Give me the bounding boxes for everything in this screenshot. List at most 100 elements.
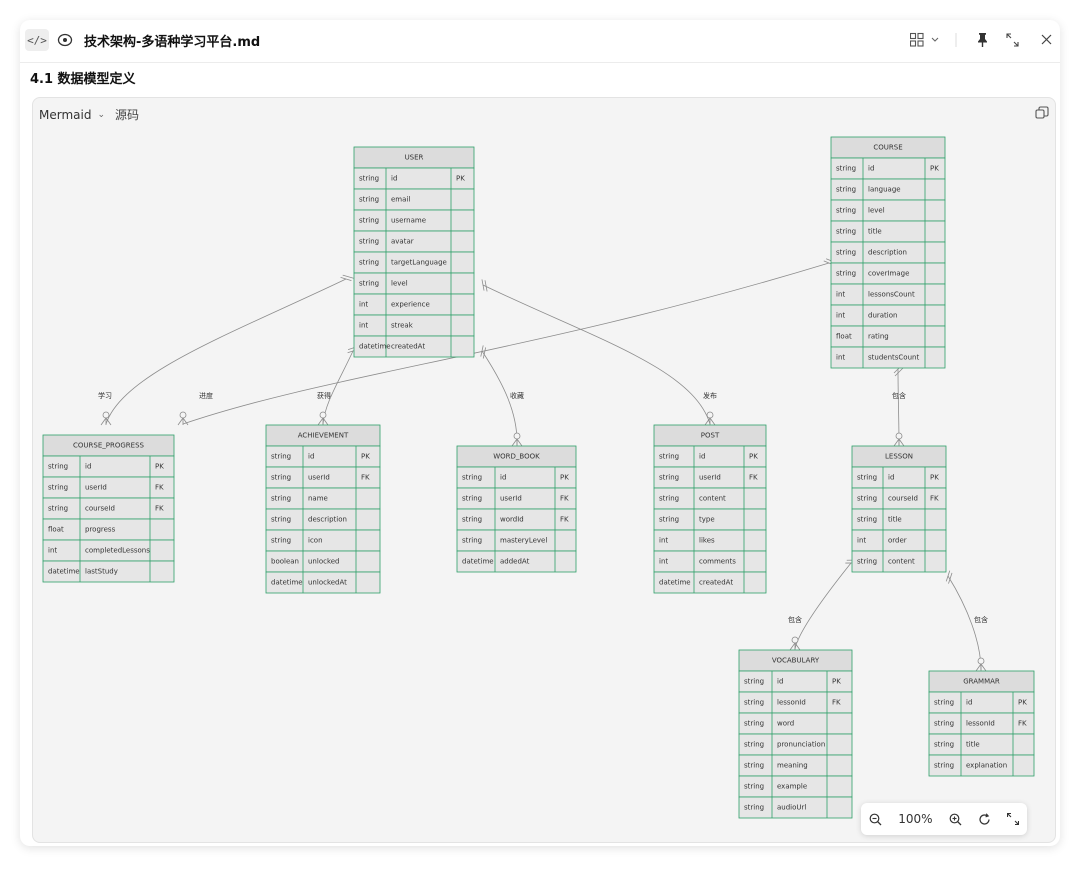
attr-key: FK xyxy=(1018,720,1027,728)
attr-name: userId xyxy=(85,484,107,492)
many-marker xyxy=(975,657,987,672)
entity-name: WORD_BOOK xyxy=(493,453,540,461)
relation-line xyxy=(105,278,347,425)
many-marker xyxy=(100,411,112,426)
attribute-row: string id PK xyxy=(830,157,946,180)
attr-type: string xyxy=(462,537,482,545)
close-icon[interactable] xyxy=(1041,34,1052,45)
attr-key: PK xyxy=(361,453,370,461)
relation-label: 发布 xyxy=(703,391,717,400)
attr-type: datetime xyxy=(462,558,494,566)
attr-type: string xyxy=(271,516,291,524)
attr-key: PK xyxy=(1018,699,1027,707)
attr-key: PK xyxy=(749,453,758,461)
attr-type: int xyxy=(836,354,845,362)
attribute-row: string lessonId FK xyxy=(738,691,853,714)
entity-name: USER xyxy=(405,154,424,162)
code-view-button[interactable]: </> xyxy=(25,29,49,51)
attr-type: string xyxy=(857,558,877,566)
entity-vocabulary[interactable]: VOCABULARYstring id PKstring lessonId FKstri… xyxy=(738,649,853,819)
attr-name: audioUrl xyxy=(777,804,806,812)
attr-key: FK xyxy=(749,474,758,482)
attr-key: FK xyxy=(832,699,841,707)
attr-key: FK xyxy=(930,495,939,503)
attr-name: avatar xyxy=(391,238,414,246)
entity-grammar[interactable]: GRAMMAR string id PK string lessonId FK string t… xyxy=(928,670,1035,777)
entity-course-progress[interactable]: COURSE_PROGRESSstring id PKstring userId FKs… xyxy=(42,434,175,583)
attr-type: string xyxy=(271,453,291,461)
attr-type: string xyxy=(462,474,482,482)
attribute-row: string id PK xyxy=(456,466,577,489)
source-tab[interactable]: 源码 xyxy=(115,106,139,123)
attribute-row: boolean unlocked xyxy=(265,550,381,573)
attr-name: id xyxy=(391,175,397,183)
attr-type: string xyxy=(836,186,856,194)
attr-type: string xyxy=(462,495,482,503)
pin-icon[interactable] xyxy=(978,33,987,47)
attr-type: string xyxy=(836,207,856,215)
entity-course[interactable]: COURSE string id PK string language string leve… xyxy=(830,136,946,369)
attribute-row: string explanation xyxy=(928,754,1035,777)
chevron-down-icon[interactable] xyxy=(931,37,939,42)
entity-user[interactable]: USERstring id PKstring emailstring usernames… xyxy=(353,146,475,358)
zoom-in-icon xyxy=(949,813,962,825)
attribute-row: string id PK xyxy=(42,455,175,478)
attr-type: datetime xyxy=(271,579,303,587)
many-marker xyxy=(511,432,523,447)
many-marker xyxy=(177,411,189,426)
attribute-row: string icon xyxy=(265,529,381,552)
attr-type: string xyxy=(744,699,764,707)
zoom-out-button[interactable] xyxy=(869,813,882,826)
attr-name: addedAt xyxy=(500,558,530,566)
expand-icon[interactable] xyxy=(1006,33,1019,47)
attribute-row: string type xyxy=(653,508,767,531)
relation-lesson-vocabulary: 包含 xyxy=(788,559,859,651)
entity-name: GRAMMAR xyxy=(963,678,1000,686)
attr-type: string xyxy=(744,804,764,812)
entity-name: COURSE_PROGRESS xyxy=(73,442,145,450)
fullscreen-button[interactable] xyxy=(1006,813,1019,825)
topbar: </> 技术架构-多语种学习平台.md xyxy=(20,20,1060,63)
attr-key: FK xyxy=(155,505,164,513)
attr-name: id xyxy=(966,699,972,707)
attribute-row: string userId FK xyxy=(42,476,175,499)
language-selector[interactable]: Mermaid xyxy=(39,108,91,122)
attribute-row: datetime lastStudy xyxy=(42,560,175,583)
attr-type: string xyxy=(271,537,291,545)
attribute-row: int experience xyxy=(353,293,475,316)
entity-lesson[interactable]: LESSON string id PK string courseId FK string ti… xyxy=(851,445,947,573)
relation-course-course-progress: 进度 xyxy=(177,258,837,426)
reset-zoom-button[interactable] xyxy=(978,812,991,826)
attr-type: string xyxy=(744,720,764,728)
copy-icon[interactable] xyxy=(1035,106,1049,120)
attribute-row: string id PK xyxy=(928,691,1035,714)
attr-name: streak xyxy=(391,322,414,330)
attr-name: courseId xyxy=(85,505,115,513)
entity-post[interactable]: POST string id PK string userId FK string conten… xyxy=(653,424,767,594)
chevron-down-icon[interactable]: ⌄ xyxy=(97,110,105,120)
attr-name: content xyxy=(699,495,726,503)
preview-button[interactable] xyxy=(54,29,76,51)
attr-type: string xyxy=(659,453,679,461)
attribute-row: string description xyxy=(265,508,381,531)
attr-name: id xyxy=(500,474,506,482)
attr-type: string xyxy=(744,783,764,791)
entity-word-book[interactable]: WORD_BOOKstring id PK string userId FK string w… xyxy=(456,445,577,573)
relation-user-post: 发布 xyxy=(481,279,717,426)
entity-name: COURSE xyxy=(873,144,902,152)
layout-grid-icon[interactable] xyxy=(910,32,924,47)
attr-name: unlockedAt xyxy=(308,579,347,587)
attr-name: id xyxy=(308,453,314,461)
attr-name: createdAt xyxy=(391,343,425,351)
attribute-row: string description xyxy=(830,241,946,264)
attribute-row: string coverImage xyxy=(830,262,946,285)
entity-achievement[interactable]: ACHIEVEMENTstring id PKstring userId FKstrin… xyxy=(265,424,381,594)
attribute-row: string meaning xyxy=(738,754,853,777)
zoom-in-button[interactable] xyxy=(949,813,962,826)
attribute-row: string masteryLevel xyxy=(456,529,577,552)
attr-type: boolean xyxy=(271,558,299,566)
relation-label: 学习 xyxy=(98,391,112,400)
relation-line xyxy=(182,262,830,425)
attr-type: string xyxy=(659,495,679,503)
attribute-row: int duration xyxy=(830,304,946,327)
